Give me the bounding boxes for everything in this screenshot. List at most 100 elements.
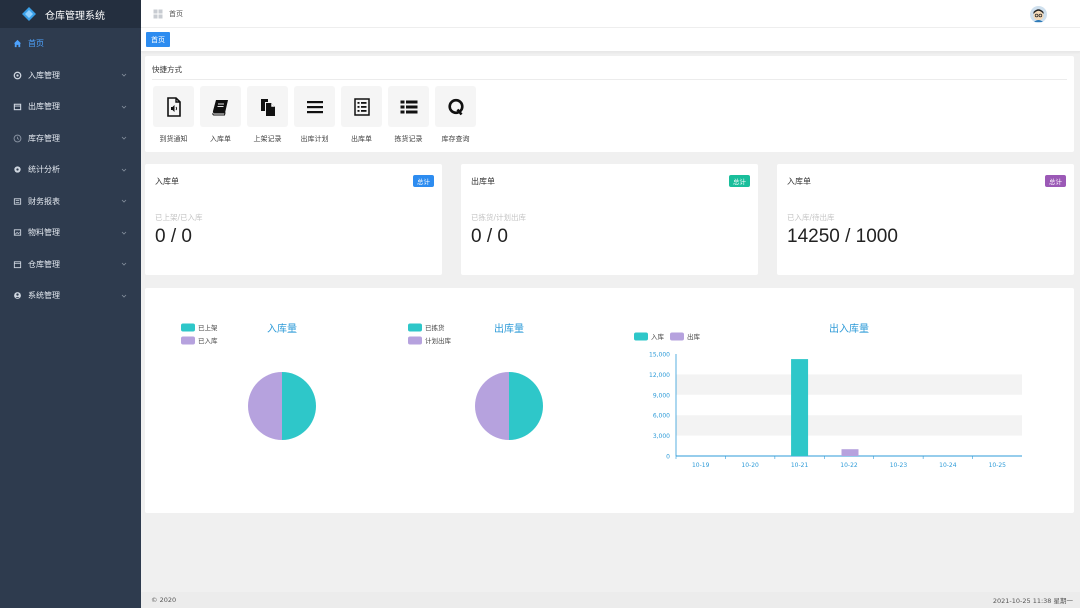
y-tick-label: 9,000 bbox=[653, 392, 670, 399]
sidebar-item-label: 入库管理 bbox=[28, 70, 60, 80]
total-badge: 总计 bbox=[729, 175, 750, 187]
x-tick-label: 10-22 bbox=[840, 462, 858, 469]
tab-strip: 首页 bbox=[141, 28, 1080, 52]
chevron-down-icon bbox=[121, 199, 127, 203]
sidebar-item-label: 首页 bbox=[28, 39, 44, 49]
quick-item-inventory-query[interactable]: 库存查询 bbox=[434, 86, 477, 144]
quick-access-title: 快捷方式 bbox=[152, 64, 1067, 80]
x-tick-label: 10-21 bbox=[791, 462, 809, 469]
sidebar-menu: 首页 入库管理 出库管理 库存管理 统计分析 财务报表 物料管理 仓库管理 系统… bbox=[0, 28, 141, 312]
sidebar-item-home[interactable]: 首页 bbox=[0, 28, 141, 60]
legend-swatch bbox=[408, 323, 422, 332]
avatar[interactable] bbox=[1030, 6, 1047, 23]
x-tick-label: 10-20 bbox=[741, 462, 759, 469]
menu-lines-icon[interactable] bbox=[294, 86, 335, 127]
sidebar-item-warehouse[interactable]: 仓库管理 bbox=[0, 249, 141, 281]
stat-value: 0 / 0 bbox=[155, 226, 192, 247]
quick-item-label: 上架记录 bbox=[253, 135, 282, 143]
legend-swatch bbox=[634, 332, 648, 341]
list-bullets-icon[interactable] bbox=[388, 86, 429, 127]
sidebar-item-outbound[interactable]: 出库管理 bbox=[0, 91, 141, 123]
chevron-down-icon bbox=[121, 136, 127, 140]
q-letter-icon[interactable] bbox=[435, 86, 476, 127]
quick-item-picking-record[interactable]: 拣货记录 bbox=[387, 86, 430, 144]
charts-card: 入库量 已上架 已入库 出库量 已拣货 计划出库 出入库量 入库 出库 0 3,000 6,000 9,… bbox=[145, 288, 1074, 513]
quick-access-row: 到货通知 入库单 上架记录 出库计划 出库单 拣货记录 库存查询 bbox=[152, 86, 1067, 144]
sidebar-item-finance[interactable]: 财务报表 bbox=[0, 186, 141, 218]
quick-item-label: 拣货记录 bbox=[394, 135, 423, 143]
quick-item-outbound-order[interactable]: 出库单 bbox=[340, 86, 383, 144]
home-icon bbox=[13, 39, 22, 48]
app-title: 仓库管理系统 bbox=[45, 10, 105, 22]
x-tick-label: 10-23 bbox=[890, 462, 908, 469]
quick-item-arrival-notice[interactable]: 到货通知 bbox=[152, 86, 195, 144]
copyright: © 2020 bbox=[151, 596, 177, 604]
legend-swatch bbox=[181, 336, 195, 345]
quick-item-label: 库存查询 bbox=[441, 135, 470, 143]
y-tick-label: 3,000 bbox=[653, 433, 670, 440]
list-icon bbox=[13, 197, 22, 206]
breadcrumb[interactable]: 首页 bbox=[169, 9, 183, 19]
footer: © 2020 2021-10-25 11:38 星期一 bbox=[141, 592, 1080, 608]
sidebar-item-system[interactable]: 系统管理 bbox=[0, 280, 141, 312]
stat-card-stock: 入库单 总计 已入库/待出库 14250 / 1000 bbox=[777, 164, 1074, 275]
bar bbox=[791, 359, 809, 456]
user-icon bbox=[13, 291, 22, 300]
quick-item-label: 到货通知 bbox=[159, 135, 188, 143]
topbar: 首页 bbox=[141, 0, 1080, 28]
quick-item-shelving-record[interactable]: 上架记录 bbox=[246, 86, 289, 144]
chevron-down-icon bbox=[121, 262, 127, 266]
stat-title: 出库单 bbox=[471, 176, 495, 186]
quick-item-outbound-plan[interactable]: 出库计划 bbox=[293, 86, 336, 144]
clock-icon bbox=[13, 134, 22, 143]
audio-file-icon[interactable] bbox=[153, 86, 194, 127]
legend-label: 计划出库 bbox=[425, 336, 452, 345]
grid-icon[interactable] bbox=[153, 9, 163, 19]
stat-subtitle: 已入库/待出库 bbox=[787, 213, 835, 222]
brand[interactable]: 仓库管理系统 bbox=[0, 0, 141, 28]
circle-icon bbox=[13, 71, 22, 80]
pie-slice bbox=[509, 372, 543, 440]
charts-canvas: 入库量 已上架已入库 出库量 已拣货计划出库 出入库量入库 出库 0 3,000 6,000 9,… bbox=[181, 322, 1022, 469]
legend-label: 已入库 bbox=[198, 336, 218, 345]
list-doc-icon[interactable] bbox=[341, 86, 382, 127]
tab-home[interactable]: 首页 bbox=[146, 32, 170, 47]
stat-subtitle: 已拣货/计划出库 bbox=[471, 213, 527, 222]
calendar-icon bbox=[13, 260, 22, 269]
grid-band bbox=[676, 415, 1022, 436]
book-icon[interactable] bbox=[200, 86, 241, 127]
sidebar-item-inventory[interactable]: 库存管理 bbox=[0, 123, 141, 155]
quick-item-label: 出库单 bbox=[351, 135, 372, 143]
legend-swatch bbox=[670, 332, 684, 341]
sidebar-item-label: 统计分析 bbox=[28, 165, 60, 175]
y-tick-label: 0 bbox=[666, 454, 670, 461]
chevron-down-icon bbox=[121, 168, 127, 172]
chevron-down-icon bbox=[121, 294, 127, 298]
grid-band bbox=[676, 374, 1022, 395]
pie-slice bbox=[248, 372, 282, 440]
quick-item-inbound-order[interactable]: 入库单 bbox=[199, 86, 242, 144]
stat-card-outbound: 出库单 总计 已拣货/计划出库 0 / 0 bbox=[461, 164, 758, 275]
chevron-down-icon bbox=[121, 73, 127, 77]
gear-icon bbox=[13, 165, 22, 174]
chart-title: 入库量 bbox=[267, 322, 297, 335]
sidebar: 仓库管理系统 首页 入库管理 出库管理 库存管理 统计分析 财务报表 物料管理 … bbox=[0, 0, 141, 608]
stat-value: 0 / 0 bbox=[471, 226, 508, 247]
sidebar-item-label: 系统管理 bbox=[28, 291, 60, 301]
copy-icon[interactable] bbox=[247, 86, 288, 127]
sidebar-item-materials[interactable]: 物料管理 bbox=[0, 217, 141, 249]
legend-swatch bbox=[408, 336, 422, 345]
quick-access-card: 快捷方式 到货通知 入库单 上架记录 出库计划 出库单 拣货记录 库存查询 bbox=[145, 56, 1074, 152]
chevron-down-icon bbox=[121, 105, 127, 109]
x-tick-label: 10-19 bbox=[692, 462, 710, 469]
logo-icon bbox=[22, 7, 36, 21]
stat-title: 入库单 bbox=[155, 176, 179, 186]
legend-label: 已拣货 bbox=[425, 323, 445, 332]
pie-slice bbox=[282, 372, 316, 440]
chevron-down-icon bbox=[121, 231, 127, 235]
sidebar-item-statistics[interactable]: 统计分析 bbox=[0, 154, 141, 186]
x-tick-label: 10-24 bbox=[939, 462, 957, 469]
bar bbox=[841, 449, 859, 456]
sidebar-item-inbound[interactable]: 入库管理 bbox=[0, 60, 141, 92]
total-badge: 总计 bbox=[413, 175, 434, 187]
